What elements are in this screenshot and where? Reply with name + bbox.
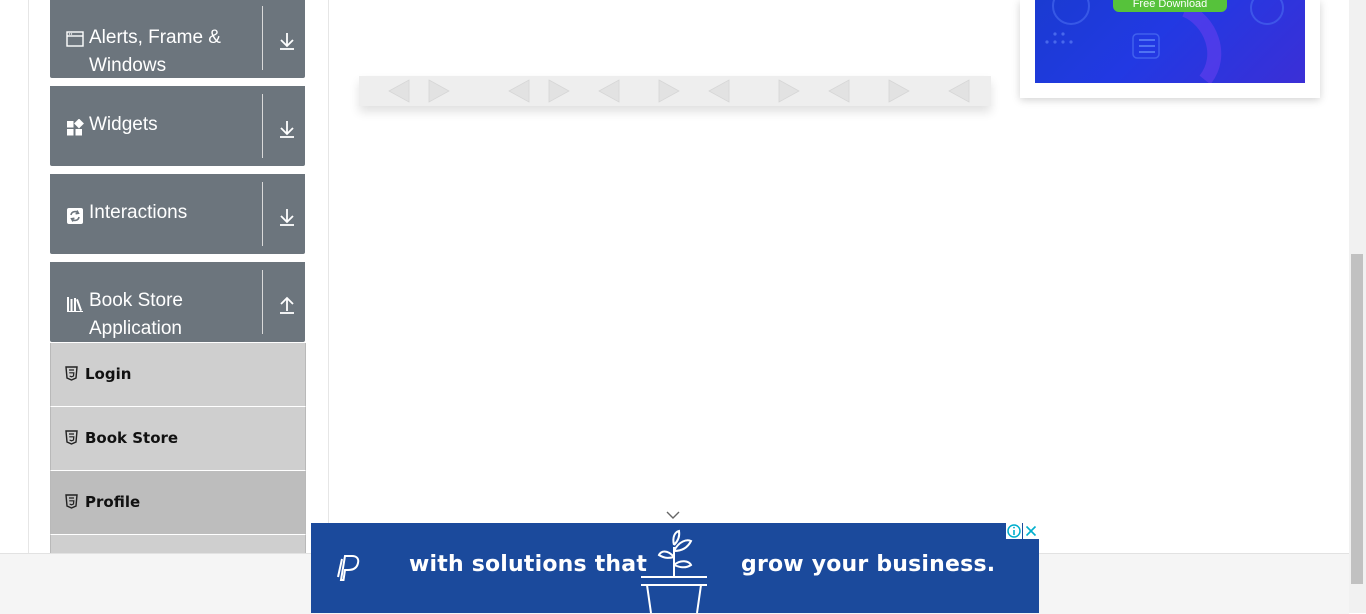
group-title: Interactions	[89, 202, 188, 223]
menu-item-partial[interactable]	[50, 535, 306, 554]
page-scrollbar[interactable]	[1349, 0, 1366, 613]
group-divider	[262, 94, 263, 158]
scrollbar-thumb[interactable]	[1351, 254, 1363, 584]
upload-arrow-icon[interactable]	[276, 294, 298, 316]
menu-item-label: Login	[85, 365, 132, 383]
group-title: Widgets	[89, 114, 158, 135]
widgets-icon	[66, 118, 84, 137]
menu-item-login[interactable]: Login	[50, 343, 306, 407]
download-arrow-icon[interactable]	[276, 118, 298, 140]
ad-download-button[interactable]: Free Download	[1113, 0, 1227, 12]
group-divider	[262, 182, 263, 246]
menu-item-profile[interactable]: Profile	[50, 471, 306, 535]
group-alerts-frame-windows[interactable]: Alerts, Frame & Windows	[50, 0, 305, 78]
download-arrow-icon[interactable]	[276, 30, 298, 52]
ad-headline-right: grow your business.	[741, 552, 996, 577]
group-book-store-application[interactable]: Book Store Application	[50, 262, 305, 342]
bottom-ad-banner[interactable]: with solutions that grow your business.	[311, 523, 1039, 613]
html5-icon	[65, 430, 78, 445]
window-icon	[66, 30, 84, 48]
group-title: Book Store Application	[89, 290, 183, 339]
group-interactions[interactable]: Interactions	[50, 174, 305, 254]
interactions-icon	[66, 207, 84, 225]
paypal-icon	[335, 553, 361, 583]
group-divider	[262, 270, 263, 334]
download-arrow-icon[interactable]	[276, 206, 298, 228]
group-widgets[interactable]: Widgets	[50, 86, 305, 166]
sidebar-left-border	[28, 0, 29, 553]
html5-icon	[65, 494, 78, 509]
menu-item-label: Profile	[85, 493, 141, 511]
ad-info-icon[interactable]	[1006, 523, 1022, 539]
ad-image[interactable]: Free Download	[1035, 0, 1305, 83]
plant-pot-icon	[639, 529, 709, 613]
sidebar-right-border	[328, 0, 329, 553]
menu-item-book-store[interactable]: Book Store	[50, 407, 306, 471]
close-icon[interactable]	[1023, 523, 1039, 539]
group-title: Alerts, Frame & Windows	[89, 27, 221, 76]
menu-item-label: Book Store	[85, 429, 179, 447]
group-divider	[262, 6, 263, 70]
pattern-banner	[359, 76, 991, 106]
ad-headline-left: with solutions that	[409, 552, 648, 577]
ad-card-top[interactable]: Free Download	[1020, 0, 1320, 98]
html5-icon	[65, 366, 78, 381]
chevron-down-icon[interactable]	[665, 508, 681, 520]
bookshelf-icon	[66, 295, 84, 313]
